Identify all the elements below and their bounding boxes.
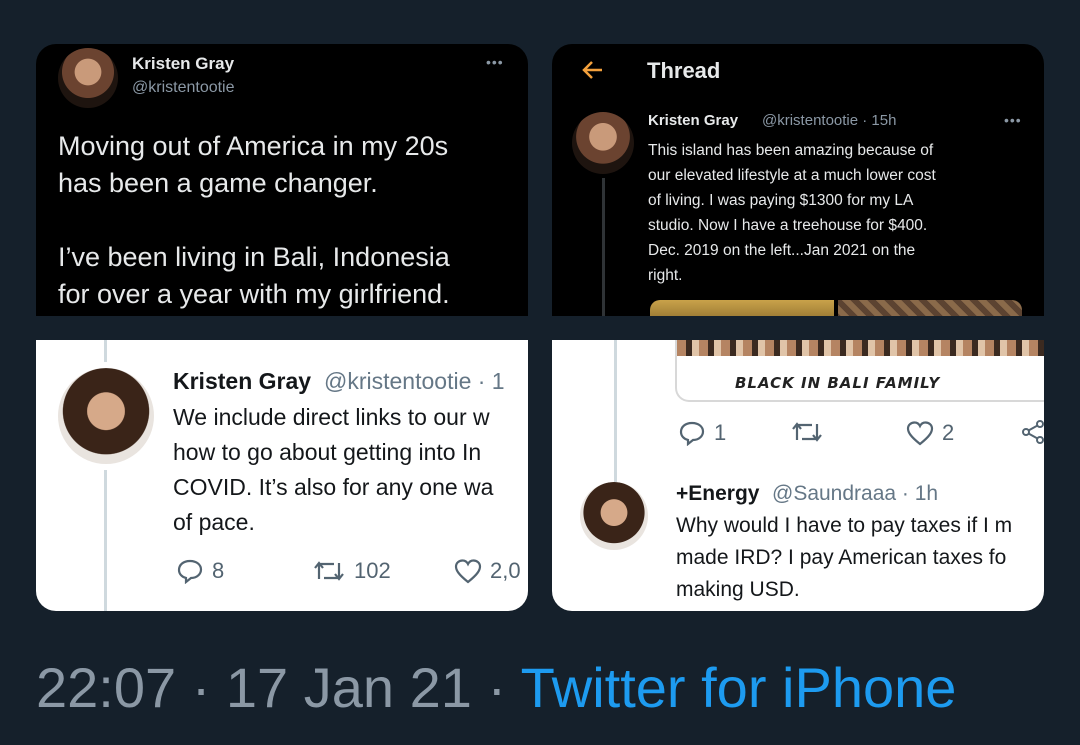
author-handle: @kristentootie: [132, 79, 235, 96]
avatar[interactable]: [572, 112, 634, 174]
tweet-time: 22:07: [36, 656, 177, 719]
avatar[interactable]: [580, 482, 648, 550]
share-icon: [1022, 420, 1044, 444]
thread-card: Thread Kristen Gray @kristentootie · 15h…: [552, 44, 1044, 316]
avatar[interactable]: [58, 368, 154, 464]
heart-icon: [454, 559, 482, 584]
author-name: Kristen Gray: [132, 54, 235, 73]
back-arrow-icon[interactable]: [582, 60, 604, 85]
thread-line: [104, 470, 107, 611]
thread-line: [104, 340, 107, 362]
reply-card-energy[interactable]: BLACK IN BALI FAMILY 1 2 +Energy @Saundr…: [552, 340, 1044, 611]
tweet-text: This island has been amazing because of …: [648, 142, 936, 284]
retweet-button[interactable]: [790, 420, 824, 444]
author-name: Kristen Gray: [173, 368, 312, 394]
like-count: 2: [942, 420, 955, 445]
tweet-text: We include direct links to our w how to …: [173, 404, 494, 535]
author-handle: @Saundraaa · 1h: [772, 482, 939, 505]
tweet-date: 17 Jan 21: [225, 656, 472, 719]
like-button[interactable]: 2: [906, 420, 954, 446]
tweet-card-moving-out[interactable]: Kristen Gray @kristentootie ••• Moving o…: [36, 44, 528, 316]
tweet-timestamp: 22:07 · 17 Jan 21 · Twitter for iPhone: [36, 655, 956, 720]
separator: ·: [471, 656, 521, 719]
image-caption: BLACK IN BALI FAMILY: [735, 374, 941, 392]
retweet-icon: [792, 422, 822, 442]
retweet-icon: [314, 561, 344, 581]
share-button[interactable]: [1022, 420, 1044, 444]
tweet-text: Why would I have to pay taxes if I m mad…: [676, 514, 1013, 601]
thread-header-title: Thread: [647, 58, 721, 83]
tweet-card-direct-links[interactable]: Kristen Gray @kristentootie · 1 We inclu…: [36, 340, 528, 611]
thread-line: [614, 340, 617, 482]
tweet-image[interactable]: BLACK IN BALI FAMILY: [675, 340, 1044, 402]
retweet-count: 102: [354, 558, 391, 583]
reply-button[interactable]: 1: [678, 420, 726, 446]
reply-icon: [679, 421, 705, 446]
author-handle: @kristentootie · 15h: [762, 112, 897, 129]
retweet-button[interactable]: 102: [312, 558, 391, 584]
more-icon[interactable]: •••: [1004, 112, 1022, 128]
heart-icon: [906, 421, 934, 446]
reply-count: 8: [212, 558, 225, 583]
reply-icon: [177, 559, 203, 584]
source-link[interactable]: Twitter for iPhone: [521, 656, 957, 719]
reply-count: 1: [714, 420, 727, 445]
author-name: +Energy: [676, 482, 760, 505]
reply-button[interactable]: 8: [176, 558, 224, 584]
more-icon[interactable]: •••: [486, 54, 504, 70]
avatar[interactable]: [58, 48, 118, 108]
author-name: Kristen Gray: [648, 112, 739, 129]
separator: ·: [176, 656, 226, 719]
like-count: 2,0: [490, 558, 521, 583]
thread-line: [602, 178, 605, 316]
tweet-text: Moving out of America in my 20s has been…: [58, 131, 450, 309]
author-handle: @kristentootie · 1: [324, 368, 505, 394]
tweet-image[interactable]: [650, 300, 1022, 316]
like-button[interactable]: 2,0: [454, 558, 521, 584]
